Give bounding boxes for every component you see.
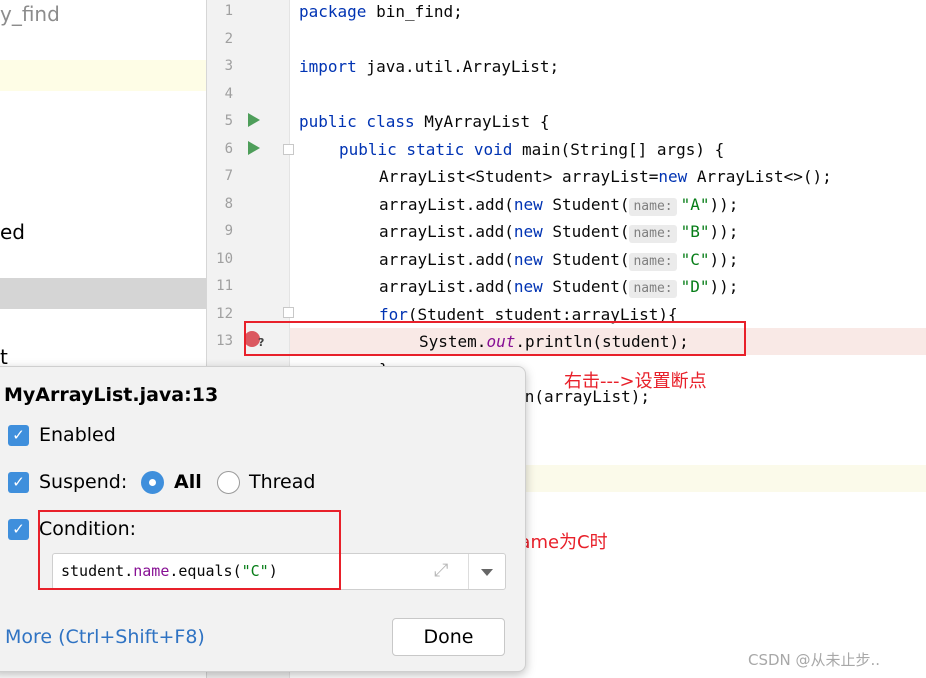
line-number: 3 xyxy=(224,58,233,74)
code-line: arrayList.add(new Student(name: "A")); xyxy=(379,195,739,216)
suspend-label: Suspend: xyxy=(39,471,128,493)
annotation-box xyxy=(38,510,341,590)
enabled-label: Enabled xyxy=(39,424,116,446)
project-item[interactable]: ed xyxy=(0,220,25,244)
code-line: public static void main(String[] args) { xyxy=(339,140,725,159)
condition-checkbox[interactable]: ✓ xyxy=(8,519,29,540)
done-button[interactable]: Done xyxy=(392,618,505,656)
more-link[interactable]: More (Ctrl+Shift+F8) xyxy=(5,626,205,648)
param-hint: name: xyxy=(629,225,677,243)
code-line: arrayList.add(new Student(name: "B")); xyxy=(379,222,739,243)
param-hint: name: xyxy=(629,253,677,271)
popup-title: MyArrayList.java:13 xyxy=(4,384,219,406)
project-item[interactable]: y_find xyxy=(0,2,60,26)
line-number: 4 xyxy=(224,86,233,102)
enabled-checkbox[interactable]: ✓ xyxy=(8,425,29,446)
param-hint: name: xyxy=(629,198,677,216)
line-number: 7 xyxy=(224,168,233,184)
line-number: 1 xyxy=(224,3,233,19)
line-number: 12 xyxy=(216,306,233,322)
code-line: arrayList.add(new Student(name: "D")); xyxy=(379,277,739,298)
suspend-thread-radio[interactable] xyxy=(217,471,240,494)
line-number: 10 xyxy=(216,251,233,267)
line-number: 5 xyxy=(224,113,233,129)
code-line: package bin_find; xyxy=(299,2,463,21)
line-number: 2 xyxy=(224,31,233,47)
annotation-box xyxy=(244,321,746,356)
annotation-right-click: 右击--->设置断点 xyxy=(564,371,707,392)
selected-row[interactable] xyxy=(0,278,206,309)
run-icon[interactable] xyxy=(248,113,260,127)
suspend-all-label: All xyxy=(174,471,202,493)
line-number: 9 xyxy=(224,223,233,239)
history-dropdown-icon[interactable] xyxy=(481,569,493,576)
suspend-all-radio[interactable] xyxy=(141,471,164,494)
code-line: import java.util.ArrayList; xyxy=(299,57,560,76)
code-line: ArrayList<Student> arrayList=new ArrayLi… xyxy=(379,167,832,186)
run-icon[interactable] xyxy=(248,141,260,155)
param-hint: name: xyxy=(629,280,677,298)
line-number: 6 xyxy=(224,141,233,157)
code-line: arrayList.add(new Student(name: "C")); xyxy=(379,250,739,271)
line-number: 8 xyxy=(224,196,233,212)
highlight-row xyxy=(0,60,206,91)
expand-icon[interactable]: ⤢ xyxy=(434,560,448,581)
suspend-thread-label: Thread xyxy=(249,471,316,493)
line-number: 11 xyxy=(216,278,233,294)
code-line: public class MyArrayList { xyxy=(299,112,550,131)
line-number: 13 xyxy=(216,333,233,349)
watermark: CSDN @从未止步.. xyxy=(748,651,881,669)
suspend-checkbox[interactable]: ✓ xyxy=(8,472,29,493)
